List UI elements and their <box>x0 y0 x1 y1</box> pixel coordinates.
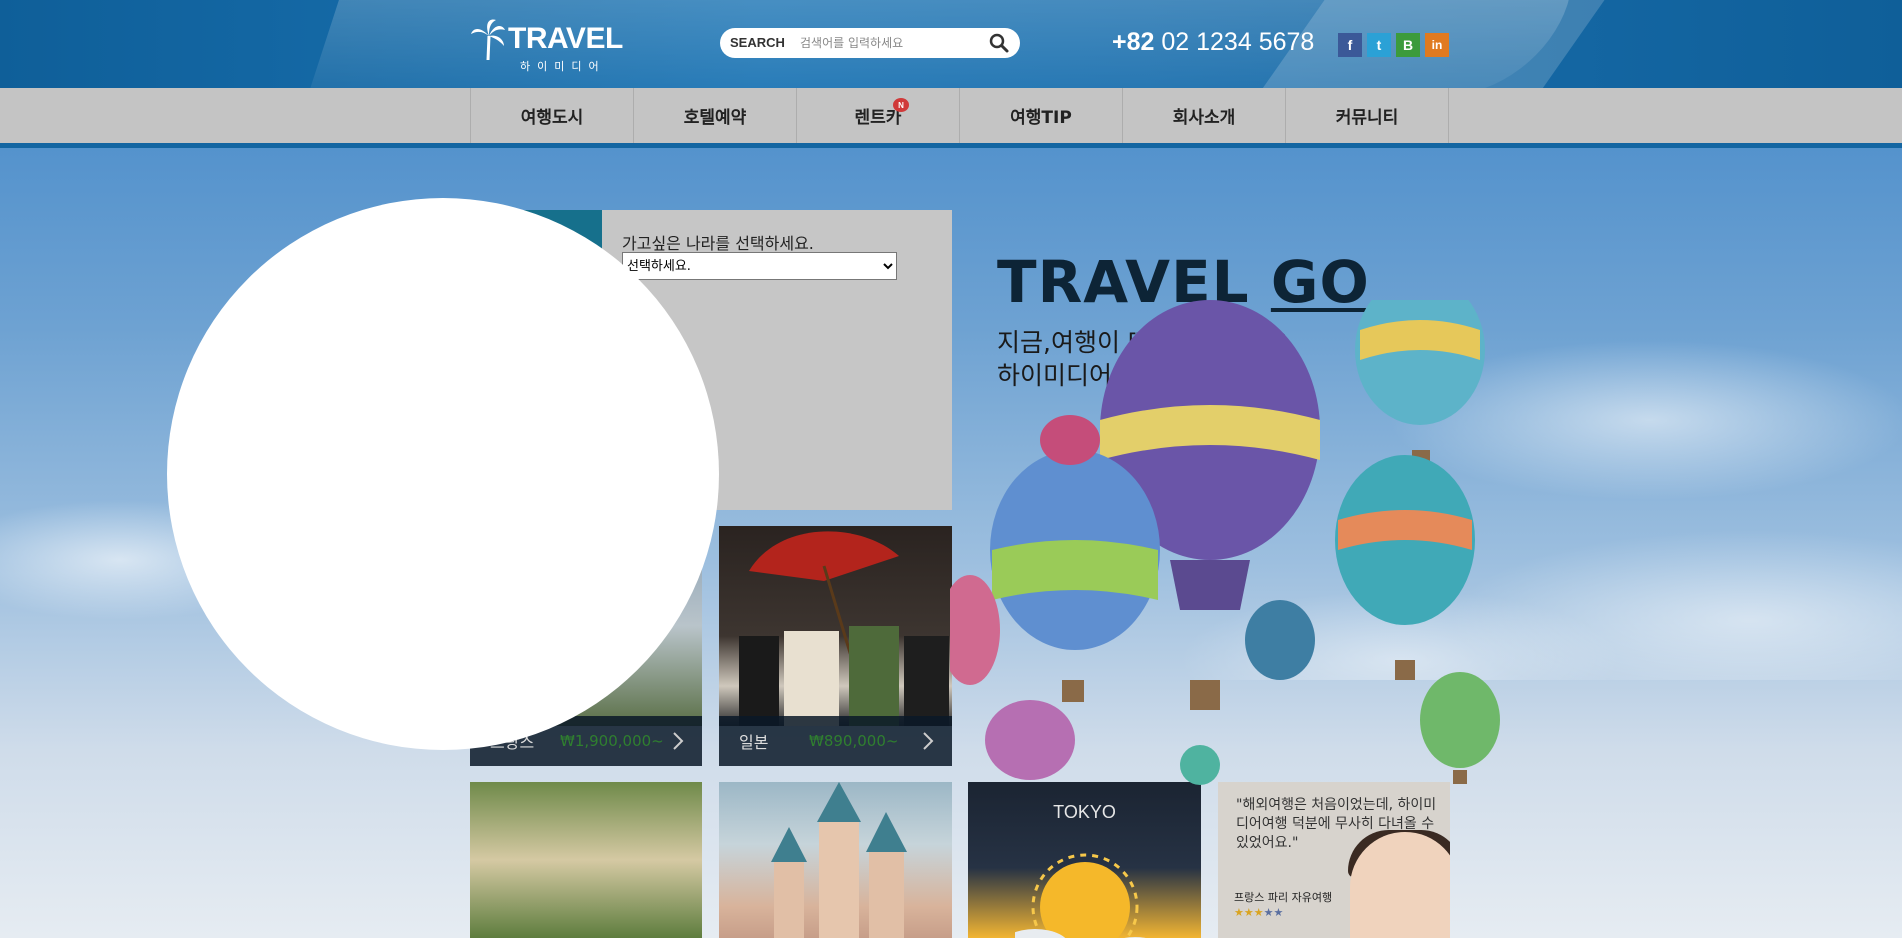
social-links: f t B in <box>1338 33 1449 57</box>
tile-japan[interactable]: 일본 ₩890,000~ <box>719 526 952 766</box>
chevron-right-icon[interactable] <box>672 730 684 752</box>
country-select[interactable]: 선택하세요. <box>622 252 897 280</box>
tile-country: 일본 <box>739 733 769 752</box>
tile-resort-photo[interactable] <box>470 782 702 938</box>
new-badge: N <box>893 98 909 112</box>
balloon-left <box>990 450 1160 702</box>
hot-air-balloons-illustration <box>950 300 1500 785</box>
balloon-small-3 <box>985 700 1075 780</box>
nav-label: 커뮤니티 <box>1335 108 1399 128</box>
nav-item-community[interactable]: 커뮤니티 <box>1286 88 1449 143</box>
nav-label: 여행TIP <box>1010 108 1072 128</box>
phone-digits: 02 1234 5678 <box>1161 28 1315 56</box>
stars-empty: ★★ <box>1263 906 1284 919</box>
japan-photo <box>719 526 952 726</box>
chevron-right-icon[interactable] <box>922 730 934 752</box>
search-icon[interactable] <box>988 32 1010 54</box>
tile-weather[interactable]: TOKYO <box>968 782 1201 938</box>
country-select-label: 가고싶은 나라를 선택하세요. <box>622 234 814 253</box>
weather-city: TOKYO <box>1053 802 1116 822</box>
balloon-small-4 <box>1245 600 1315 680</box>
white-circle-overlay <box>167 198 719 750</box>
balloon-small-5 <box>1180 745 1220 785</box>
umbrella-illustration <box>739 531 949 726</box>
rating-stars: ★★★★★ <box>1234 906 1283 919</box>
main-nav-bar: 여행도시 호텔예약 렌트카 N 여행TIP 회사소개 커뮤니티 <box>0 88 1902 148</box>
sun-icon <box>1004 827 1155 938</box>
twitter-icon[interactable]: t <box>1367 33 1391 57</box>
castle-illustration <box>771 782 907 938</box>
nav-item-rentcar[interactable]: 렌트카 N <box>797 88 960 143</box>
logo-subtitle: 하이미디어 <box>520 60 606 73</box>
review-trip-name: 프랑스 파리 자유여행 <box>1234 891 1333 904</box>
balloon-right <box>1335 455 1475 680</box>
blog-icon[interactable]: B <box>1396 33 1420 57</box>
nav-item-cities[interactable]: 여행도시 <box>471 88 634 143</box>
logo-title: TRAVEL <box>508 22 623 55</box>
nav-item-tips[interactable]: 여행TIP <box>960 88 1123 143</box>
facebook-icon[interactable]: f <box>1338 33 1362 57</box>
tile-caption: 일본 ₩890,000~ <box>719 716 952 766</box>
tile-price: ₩1,900,000~ <box>560 732 664 750</box>
nav-item-about[interactable]: 회사소개 <box>1123 88 1286 143</box>
linkedin-icon[interactable]: in <box>1425 33 1449 57</box>
search-input[interactable] <box>800 32 980 54</box>
search-box: SEARCH <box>720 28 1020 58</box>
review-quote: "해외여행은 처음이었는데, 하이미디어여행 덕분에 무사히 다녀올 수 있었어… <box>1236 797 1437 851</box>
main-nav: 여행도시 호텔예약 렌트카 N 여행TIP 회사소개 커뮤니티 <box>470 88 1449 143</box>
nav-label: 호텔예약 <box>683 108 747 128</box>
phone-prefix: +82 <box>1112 28 1155 56</box>
nav-label: 여행도시 <box>520 108 584 128</box>
balloon-small-2 <box>1420 672 1500 784</box>
stars-filled: ★★★ <box>1234 906 1264 919</box>
phone-number: +82 02 1234 5678 <box>1112 28 1314 57</box>
balloon-top-right <box>1355 300 1485 468</box>
search-label: SEARCH <box>730 35 785 50</box>
balloon-small-1 <box>1040 415 1100 465</box>
tile-price: ₩890,000~ <box>809 732 899 750</box>
site-logo[interactable]: TRAVEL 하이미디어 <box>470 18 623 73</box>
site-header: TRAVEL 하이미디어 SEARCH +82 02 1234 5678 f t… <box>0 0 1902 88</box>
nav-item-hotel[interactable]: 호텔예약 <box>634 88 797 143</box>
tile-review[interactable]: "해외여행은 처음이었는데, 하이미디어여행 덕분에 무사히 다녀올 수 있었어… <box>1218 782 1450 938</box>
nav-label: 회사소개 <box>1172 108 1236 128</box>
tile-castle-photo[interactable] <box>719 782 952 938</box>
palm-tree-icon <box>470 18 506 73</box>
